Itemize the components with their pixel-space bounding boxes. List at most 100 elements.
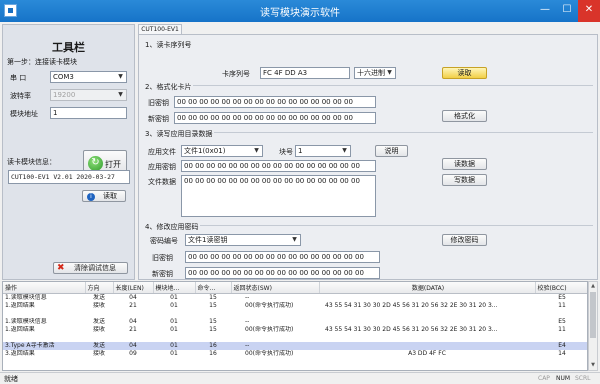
col-command[interactable]: 命令... xyxy=(195,282,232,294)
serial-format-select[interactable]: 十六进制 ▼ xyxy=(354,67,396,79)
log-cell: 接收 xyxy=(92,301,105,309)
log-cell: 3.Type A寻卡激活 xyxy=(3,341,85,350)
log-cell: 04 xyxy=(129,293,137,301)
log-cell xyxy=(231,334,319,342)
read-info-button[interactable]: i 读取 xyxy=(82,190,126,202)
scroll-up-icon[interactable]: ▲ xyxy=(589,282,597,291)
col-status[interactable]: 返回状态(SW) xyxy=(231,282,320,294)
col-bcc[interactable]: 校验(BCC) xyxy=(535,282,587,294)
log-cell: A3 DD 4F FC xyxy=(408,349,446,357)
log-row[interactable]: 3.Type A寻卡激活 发送 04 01 16 -- E4 xyxy=(3,341,587,350)
title-bar: 读写模块演示软件 — ☐ ✕ xyxy=(0,0,600,22)
old-pwd-input[interactable]: 00 00 00 00 00 00 00 00 00 00 00 00 00 0… xyxy=(185,251,380,263)
log-cell xyxy=(195,310,231,318)
log-cell: 00(命令执行成功) xyxy=(245,325,294,333)
log-row[interactable]: 3.返回结果 接收 09 01 16 00(命令执行成功) A3 DD 4F FC 14 xyxy=(3,349,587,358)
format-button[interactable]: 格式化 xyxy=(442,110,487,122)
col-address[interactable]: 模块地... xyxy=(153,282,196,294)
log-header-row: 操作 方向 长度(LEN) 模块地... 命令... 返回状态(SW) 数据(D… xyxy=(3,282,587,294)
close-button[interactable]: ✕ xyxy=(578,0,600,22)
log-row[interactable]: 1.读取模块信息 发送 04 01 15 -- E5 xyxy=(3,317,587,326)
new-key-label: 新密钥 xyxy=(148,115,169,123)
block-value: 1 xyxy=(298,147,303,155)
block-select[interactable]: 1 ▼ xyxy=(295,145,351,157)
minimize-button[interactable]: — xyxy=(534,0,556,22)
section1-title: 1、读卡序列号 xyxy=(145,40,194,50)
log-cell: 01 xyxy=(170,293,178,301)
toolbar-title: 工具栏 xyxy=(52,41,85,54)
app-file-label: 应用文件 xyxy=(148,148,176,156)
log-cell: 00(命令执行成功) xyxy=(245,301,294,309)
file-data-textarea[interactable]: 00 00 00 00 00 00 00 00 00 00 00 00 00 0… xyxy=(181,175,376,217)
read-serial-button[interactable]: 读取 xyxy=(442,67,487,79)
old-key-input[interactable]: 00 00 00 00 00 00 00 00 00 00 00 00 00 0… xyxy=(174,96,376,108)
log-cell xyxy=(319,341,535,350)
write-data-button[interactable]: 写数据 xyxy=(442,174,487,186)
log-cell xyxy=(319,293,535,302)
serial-format-value: 十六进制 xyxy=(357,69,385,77)
port-label: 串 口 xyxy=(10,74,27,82)
col-length[interactable]: 长度(LEN) xyxy=(113,282,154,294)
log-cell xyxy=(85,334,113,342)
log-row[interactable]: 1.返回结果 接收 21 01 15 00(命令执行成功) 43 55 54 31 30 3… xyxy=(3,301,587,310)
file-data-label: 文件数据 xyxy=(148,178,176,186)
baud-value: 19200 xyxy=(53,91,76,99)
col-direction[interactable]: 方向 xyxy=(85,282,114,294)
new-key-input[interactable]: 00 00 00 00 00 00 00 00 00 00 00 00 00 0… xyxy=(174,112,376,124)
chevron-down-icon: ▼ xyxy=(342,147,347,154)
col-operation[interactable]: 操作 xyxy=(3,282,86,294)
scroll-thumb[interactable] xyxy=(590,292,596,338)
log-cell: 01 xyxy=(170,301,178,309)
clear-icon: ✖ xyxy=(57,263,65,273)
log-cell: 09 xyxy=(129,349,137,357)
log-cell: 1.读取模块信息 xyxy=(5,317,47,325)
log-cell xyxy=(113,334,153,342)
log-cell: 1.返回结果 xyxy=(5,301,35,309)
chevron-down-icon: ▼ xyxy=(118,91,123,98)
log-scrollbar[interactable]: ▲ ▼ xyxy=(588,281,598,371)
log-row[interactable] xyxy=(3,310,587,318)
open-button-label: 打开 xyxy=(105,160,121,169)
log-row[interactable] xyxy=(3,334,587,342)
log-cell: 43 55 54 31 30 30 2D 45 56 31 20 56 32 2… xyxy=(325,301,498,309)
log-cell: -- xyxy=(245,293,250,301)
modify-key-button[interactable]: 修改密码 xyxy=(442,234,487,246)
clear-debug-button[interactable]: ✖ 清除调试信息 xyxy=(53,262,128,274)
baud-label: 波特率 xyxy=(10,92,31,100)
log-cell: 01 xyxy=(170,349,178,357)
log-row[interactable]: 1.返回结果 接收 21 01 15 00(命令执行成功) 43 55 54 31 30 3… xyxy=(3,325,587,334)
new-pwd-input[interactable]: 00 00 00 00 00 00 00 00 00 00 00 00 00 0… xyxy=(185,267,380,279)
log-cell: 16 xyxy=(195,341,231,350)
app-file-value: 文件1(0x01) xyxy=(184,147,226,155)
log-cell: 21 xyxy=(129,325,137,333)
col-data[interactable]: 数据(DATA) xyxy=(319,282,536,294)
port-value: COM3 xyxy=(53,73,74,81)
log-cell: 1.返回结果 xyxy=(5,325,35,333)
scroll-down-icon[interactable]: ▼ xyxy=(589,361,597,370)
num-indicator: NUM xyxy=(556,375,571,382)
log-cell xyxy=(319,310,535,318)
log-cell: 发送 xyxy=(92,293,105,301)
log-cell: E5 xyxy=(558,293,566,301)
read-data-button[interactable]: 读数据 xyxy=(442,158,487,170)
app-file-select[interactable]: 文件1(0x01) ▼ xyxy=(181,145,263,157)
key-no-select[interactable]: 文件1读密钥 ▼ xyxy=(185,234,301,246)
key-no-value: 文件1读密钥 xyxy=(188,236,228,244)
debug-log-table[interactable]: 操作 方向 长度(LEN) 模块地... 命令... 返回状态(SW) 数据(D… xyxy=(2,281,588,371)
tab-page: 1、读卡序列号 卡序列号 FC 4F DD A3 十六进制 ▼ 读取 2、格式化… xyxy=(138,34,598,280)
app-key-label: 应用密钥 xyxy=(148,163,176,171)
log-cell: 15 xyxy=(209,325,217,333)
maximize-button[interactable]: ☐ xyxy=(556,0,578,22)
log-cell: 21 xyxy=(129,301,137,309)
address-input[interactable]: 1 xyxy=(50,107,127,119)
log-cell: 04 xyxy=(113,341,153,350)
app-key-input[interactable]: 00 00 00 00 00 00 00 00 00 00 00 00 00 0… xyxy=(181,160,376,172)
log-cell: 04 xyxy=(129,317,137,325)
log-row[interactable]: 1.读取模块信息 发送 04 01 15 -- E5 xyxy=(3,293,587,302)
help-button[interactable]: 说明 xyxy=(375,145,408,157)
old-pwd-label: 旧密钥 xyxy=(152,254,173,262)
read-info-label: 读取 xyxy=(103,192,117,200)
port-select[interactable]: COM3 ▼ xyxy=(50,71,127,83)
section3-title: 3、读写应用目录数据 xyxy=(145,129,215,139)
key-no-label: 密码编号 xyxy=(150,237,178,245)
